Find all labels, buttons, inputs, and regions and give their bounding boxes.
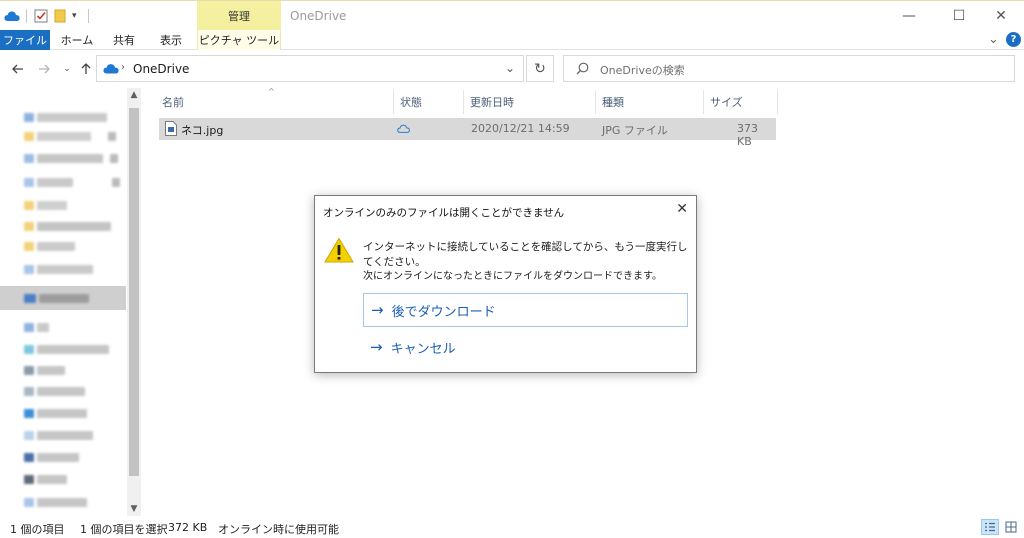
divider (26, 9, 27, 23)
maximize-button[interactable]: ☐ (936, 1, 982, 31)
breadcrumb-onedrive[interactable]: OneDrive (133, 62, 189, 76)
search-placeholder: OneDriveの検索 (600, 64, 685, 77)
column-header-name[interactable]: 名前 (156, 90, 394, 114)
sidebar-item[interactable] (24, 344, 109, 354)
sidebar-item[interactable] (24, 322, 49, 332)
online-only-file-dialog: オンラインのみのファイルは開くことができません ✕ インターネットに接続している… (314, 195, 697, 373)
sidebar-item[interactable] (24, 365, 65, 375)
tab-view[interactable]: 表示 (150, 30, 192, 50)
back-arrow-icon[interactable] (8, 60, 28, 78)
customize-toolbar-chevron-icon[interactable]: ▾ (72, 7, 77, 25)
address-dropdown-chevron-icon[interactable]: ⌄ (505, 61, 515, 75)
status-selected-count: 1 個の項目を選択 (80, 523, 168, 536)
properties-checkbox-icon[interactable] (34, 7, 48, 25)
sidebar-item[interactable] (24, 153, 118, 163)
minimize-button[interactable]: — (886, 1, 932, 31)
file-modified-date: 2020/12/21 14:59 (471, 122, 570, 135)
onedrive-app-icon (4, 7, 20, 25)
details-view-icon[interactable] (981, 519, 999, 535)
tab-home[interactable]: ホーム (55, 30, 99, 50)
sidebar-item[interactable] (24, 241, 75, 251)
close-button[interactable]: ✕ (978, 1, 1024, 31)
download-later-button[interactable]: → 後でダウンロード (363, 293, 688, 327)
dialog-title: オンラインのみのファイルは開くことができません (323, 207, 565, 219)
column-header-type[interactable]: 種類 (596, 90, 704, 114)
sidebar-item[interactable] (24, 408, 87, 418)
scroll-down-arrow-icon[interactable]: ▼ (127, 504, 141, 514)
tab-file[interactable]: ファイル (0, 30, 50, 50)
column-header-size[interactable]: サイズ (704, 90, 778, 114)
file-row[interactable]: ネコ.jpg 2020/12/21 14:59 JPG ファイル 373 KB (159, 118, 776, 148)
title-bar: ▾ 管理 OneDrive — ☐ ✕ (0, 0, 1024, 31)
status-selected-size: 372 KB (168, 521, 208, 534)
sidebar-item[interactable] (24, 264, 93, 274)
dialog-close-button[interactable]: ✕ (676, 201, 688, 217)
dialog-message-secondary: 次にオンラインになったときにファイルをダウンロードできます。 (363, 271, 662, 282)
search-input[interactable]: OneDriveの検索 (563, 55, 1015, 82)
sidebar-item[interactable] (24, 430, 93, 440)
scrollbar-thumb[interactable] (129, 108, 139, 476)
file-size: 373 KB (737, 122, 758, 148)
sidebar-item[interactable] (24, 386, 85, 396)
sidebar-item[interactable] (24, 497, 87, 507)
window-title: OneDrive (290, 9, 347, 23)
image-file-icon (165, 121, 177, 139)
sidebar-item[interactable] (24, 221, 111, 231)
arrow-right-icon: → (371, 301, 384, 319)
status-availability: オンライン時に使用可能 (218, 523, 339, 536)
sidebar-item[interactable] (24, 293, 89, 303)
new-folder-icon[interactable] (54, 7, 66, 25)
download-later-label: 後でダウンロード (391, 304, 496, 320)
refresh-button[interactable]: ↻ (526, 55, 554, 82)
tab-share[interactable]: 共有 (105, 30, 143, 50)
online-only-cloud-icon (397, 123, 410, 136)
navigation-pane (0, 88, 142, 516)
cancel-label: キャンセル (390, 341, 456, 357)
forward-arrow-icon[interactable] (34, 60, 54, 78)
sidebar-item[interactable] (24, 452, 79, 462)
arrow-right-icon: → (370, 338, 383, 356)
sidebar-item[interactable] (24, 112, 107, 122)
sidebar-item[interactable] (24, 200, 67, 210)
navigation-pane-scrollbar[interactable]: ▲ ▼ (127, 88, 141, 516)
cancel-button[interactable]: → キャンセル (363, 330, 688, 364)
help-icon[interactable]: ? (1006, 32, 1021, 47)
sidebar-item[interactable] (24, 131, 116, 141)
recent-locations-chevron-icon[interactable]: ⌄ (57, 60, 77, 78)
dialog-message-primary: インターネットに接続していることを確認してから、もう一度実行してください。 (363, 241, 688, 268)
up-arrow-icon[interactable] (76, 60, 96, 78)
status-bar: 1 個の項目 1 個の項目を選択 372 KB オンライン時に使用可能 (0, 516, 1024, 538)
sidebar-item[interactable] (24, 177, 120, 187)
address-bar[interactable]: › OneDrive ⌄ (96, 55, 524, 82)
tab-picture-tools[interactable]: ピクチャ ツール (197, 30, 281, 50)
sidebar-item[interactable] (24, 474, 67, 484)
warning-icon (324, 237, 354, 266)
breadcrumb-separator-icon[interactable]: › (121, 62, 125, 73)
tab-manage[interactable]: 管理 (197, 1, 281, 31)
divider (88, 9, 89, 23)
column-header-status[interactable]: 状態 (394, 90, 464, 114)
expand-ribbon-chevron-icon[interactable]: ⌄ (988, 32, 999, 47)
large-icons-view-icon[interactable] (1002, 519, 1020, 535)
column-header-modified[interactable]: 更新日時 (464, 90, 596, 114)
search-icon (576, 62, 589, 78)
scroll-up-arrow-icon[interactable]: ▲ (127, 90, 141, 100)
file-type: JPG ファイル (602, 124, 668, 137)
navigation-bar: ⌄ › OneDrive ⌄ ↻ OneDriveの検索 (0, 50, 1024, 88)
file-name[interactable]: ネコ.jpg (181, 122, 223, 138)
onedrive-cloud-icon (103, 63, 119, 77)
ribbon-tabs: ファイル ホーム 共有 表示 ピクチャ ツール ⌄ ? (0, 30, 1024, 50)
status-item-count: 1 個の項目 (10, 523, 65, 536)
